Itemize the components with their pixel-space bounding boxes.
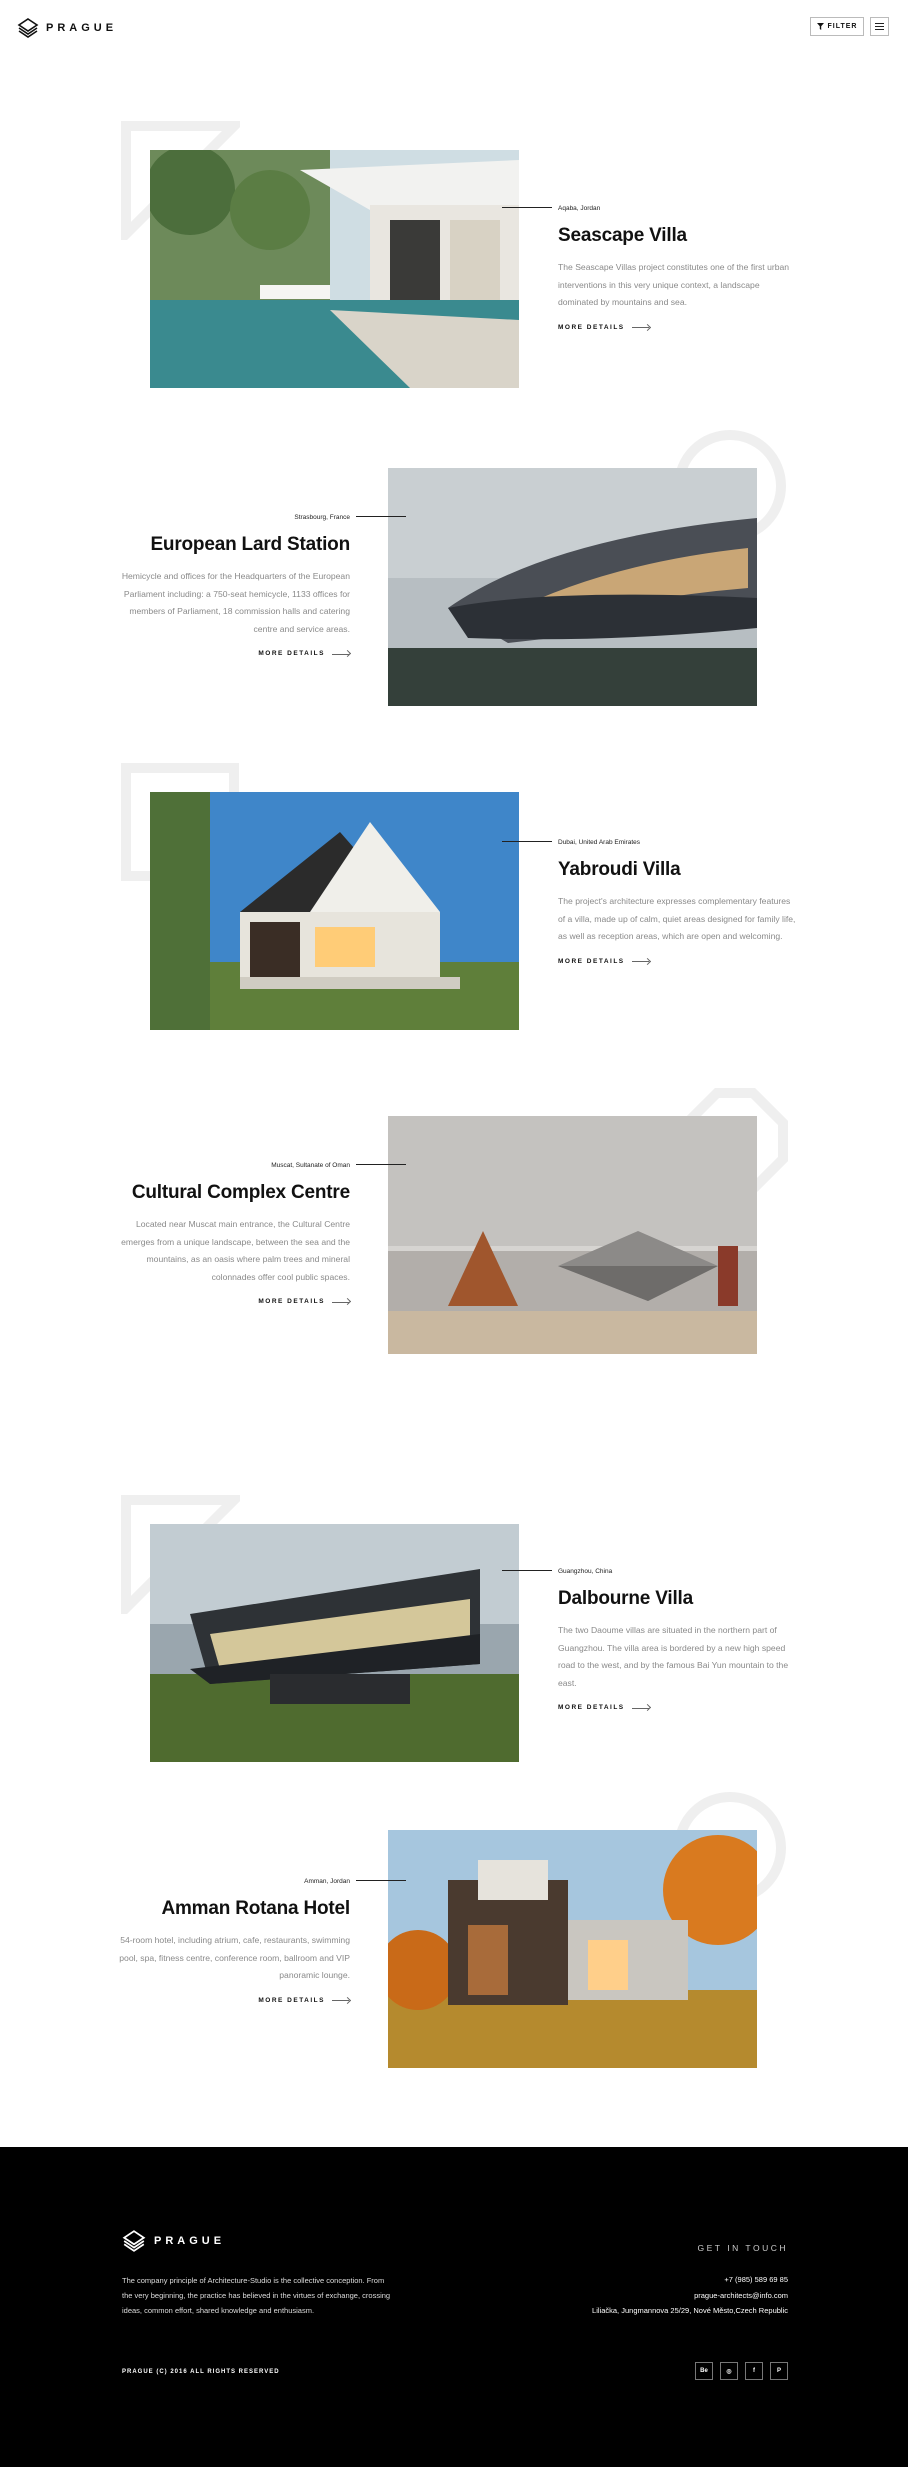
project-description: Located near Muscat main entrance, the C… <box>121 1219 350 1282</box>
project-title[interactable]: Amman Rotana Hotel <box>110 1898 350 1920</box>
project-title[interactable]: Yabroudi Villa <box>558 859 798 881</box>
project-location: Strasbourg, France <box>294 513 350 521</box>
location-row: Guangzhou, China <box>502 1566 798 1576</box>
more-details-link[interactable]: MORE DETAILS <box>110 650 350 657</box>
project-title[interactable]: Dalbourne Villa <box>558 1588 798 1610</box>
project-description: The two Daoume villas are situated in th… <box>558 1625 789 1688</box>
logo-icon <box>17 18 39 38</box>
copyright: PRAGUE (C) 2016 ALL RIGHTS RESERVED <box>122 2369 280 2375</box>
arrow-right-icon <box>631 1705 650 1711</box>
location-row: Dubai, United Arab Emirates <box>502 837 798 847</box>
footer-about: The company principle of Architecture-St… <box>122 2276 391 2315</box>
project-location: Aqaba, Jordan <box>558 204 601 212</box>
more-details-link[interactable]: MORE DETAILS <box>558 324 798 331</box>
arrow-right-icon <box>332 1997 350 2003</box>
footer-contact: +7 (985) 589 69 85 prague-architects@inf… <box>592 2272 788 2319</box>
project-card: Guangzhou, China Dalbourne Villa The two… <box>0 1494 908 1762</box>
project-photo[interactable] <box>150 150 519 388</box>
project-title[interactable]: European Lard Station <box>110 534 350 556</box>
more-details-label: MORE DETAILS <box>558 323 625 331</box>
project-photo[interactable] <box>388 1116 757 1354</box>
project-photo[interactable] <box>150 792 519 1030</box>
arrow-right-icon <box>332 651 350 657</box>
hamburger-icon-line <box>875 29 884 30</box>
logo-text: PRAGUE <box>46 22 118 34</box>
dribbble-icon[interactable]: ◎ <box>720 2362 738 2380</box>
footer-email[interactable]: prague-architects@info.com <box>592 2288 788 2304</box>
project-card: Aqaba, Jordan Seascape Villa The Seascap… <box>0 120 908 388</box>
location-line <box>502 1570 552 1571</box>
pinterest-icon[interactable]: P <box>770 2362 788 2380</box>
facebook-icon[interactable]: f <box>745 2362 763 2380</box>
logo-icon <box>122 2230 146 2252</box>
project-info: Aqaba, Jordan Seascape Villa The Seascap… <box>502 203 798 331</box>
more-details-link[interactable]: MORE DETAILS <box>110 1298 350 1305</box>
location-line <box>356 1880 406 1881</box>
location-row: Muscat, Sultanate of Oman <box>110 1160 406 1170</box>
project-info: Muscat, Sultanate of Oman Cultural Compl… <box>110 1160 406 1305</box>
location-line <box>356 516 406 517</box>
footer-logo[interactable]: PRAGUE <box>122 2229 225 2253</box>
project-description: The Seascape Villas project constitutes … <box>558 262 790 307</box>
funnel-icon <box>816 23 824 30</box>
project-info: Strasbourg, France European Lard Station… <box>110 512 406 657</box>
more-details-link[interactable]: MORE DETAILS <box>558 958 798 965</box>
arrow-right-icon <box>332 1299 350 1305</box>
menu-button[interactable] <box>870 17 889 36</box>
more-details-label: MORE DETAILS <box>558 957 625 965</box>
project-card: Dubai, United Arab Emirates Yabroudi Vil… <box>0 762 908 1030</box>
project-title[interactable]: Seascape Villa <box>558 225 798 247</box>
more-details-link[interactable]: MORE DETAILS <box>558 1704 798 1711</box>
project-photo[interactable] <box>388 468 757 706</box>
project-location: Muscat, Sultanate of Oman <box>271 1161 350 1169</box>
site-footer: PRAGUE The company principle of Architec… <box>0 2147 908 2467</box>
location-line <box>356 1164 406 1165</box>
project-info: Dubai, United Arab Emirates Yabroudi Vil… <box>502 837 798 965</box>
location-row: Aqaba, Jordan <box>502 203 798 213</box>
social-links: Be ◎ f P <box>695 2362 788 2380</box>
project-info: Amman, Jordan Amman Rotana Hotel 54-room… <box>110 1876 406 2004</box>
location-line <box>502 207 552 208</box>
project-card: Amman, Jordan Amman Rotana Hotel 54-room… <box>0 1790 908 2068</box>
project-photo[interactable] <box>388 1830 757 2068</box>
arrow-right-icon <box>631 958 650 964</box>
footer-address: Liliačka, Jungmannova 25/29, Nové Město,… <box>592 2306 788 2315</box>
project-card: Muscat, Sultanate of Oman Cultural Compl… <box>0 1088 908 1354</box>
filter-button[interactable]: FILTER <box>810 17 864 36</box>
site-header: PRAGUE FILTER <box>0 0 908 58</box>
more-details-label: MORE DETAILS <box>258 1298 325 1305</box>
footer-phone[interactable]: +7 (985) 589 69 85 <box>592 2272 788 2288</box>
location-row: Amman, Jordan <box>110 1876 406 1886</box>
project-description: 54-room hotel, including atrium, cafe, r… <box>119 1935 350 1980</box>
more-details-link[interactable]: MORE DETAILS <box>110 1997 350 2004</box>
more-details-label: MORE DETAILS <box>558 1704 625 1711</box>
footer-logo-text: PRAGUE <box>154 2235 226 2247</box>
project-location: Amman, Jordan <box>304 1877 350 1885</box>
location-row: Strasbourg, France <box>110 512 406 522</box>
project-card: Strasbourg, France European Lard Station… <box>0 428 908 706</box>
more-details-label: MORE DETAILS <box>258 650 325 657</box>
project-description: The project's architecture expresses com… <box>558 896 796 941</box>
arrow-right-icon <box>631 324 650 330</box>
project-info: Guangzhou, China Dalbourne Villa The two… <box>502 1566 798 1711</box>
project-photo[interactable] <box>150 1524 519 1762</box>
project-location: Guangzhou, China <box>558 1567 613 1575</box>
hamburger-icon-line <box>875 26 884 27</box>
location-line <box>502 841 552 842</box>
project-description: Hemicycle and offices for the Headquarte… <box>121 571 350 634</box>
filter-label: FILTER <box>827 23 858 30</box>
behance-icon[interactable]: Be <box>695 2362 713 2380</box>
project-location: Dubai, United Arab Emirates <box>558 838 641 846</box>
hamburger-icon <box>875 23 884 24</box>
more-details-label: MORE DETAILS <box>258 1996 325 2004</box>
project-title[interactable]: Cultural Complex Centre <box>110 1182 350 1204</box>
logo[interactable]: PRAGUE <box>17 17 117 39</box>
get-in-touch-heading: GET IN TOUCH <box>697 2243 788 2253</box>
